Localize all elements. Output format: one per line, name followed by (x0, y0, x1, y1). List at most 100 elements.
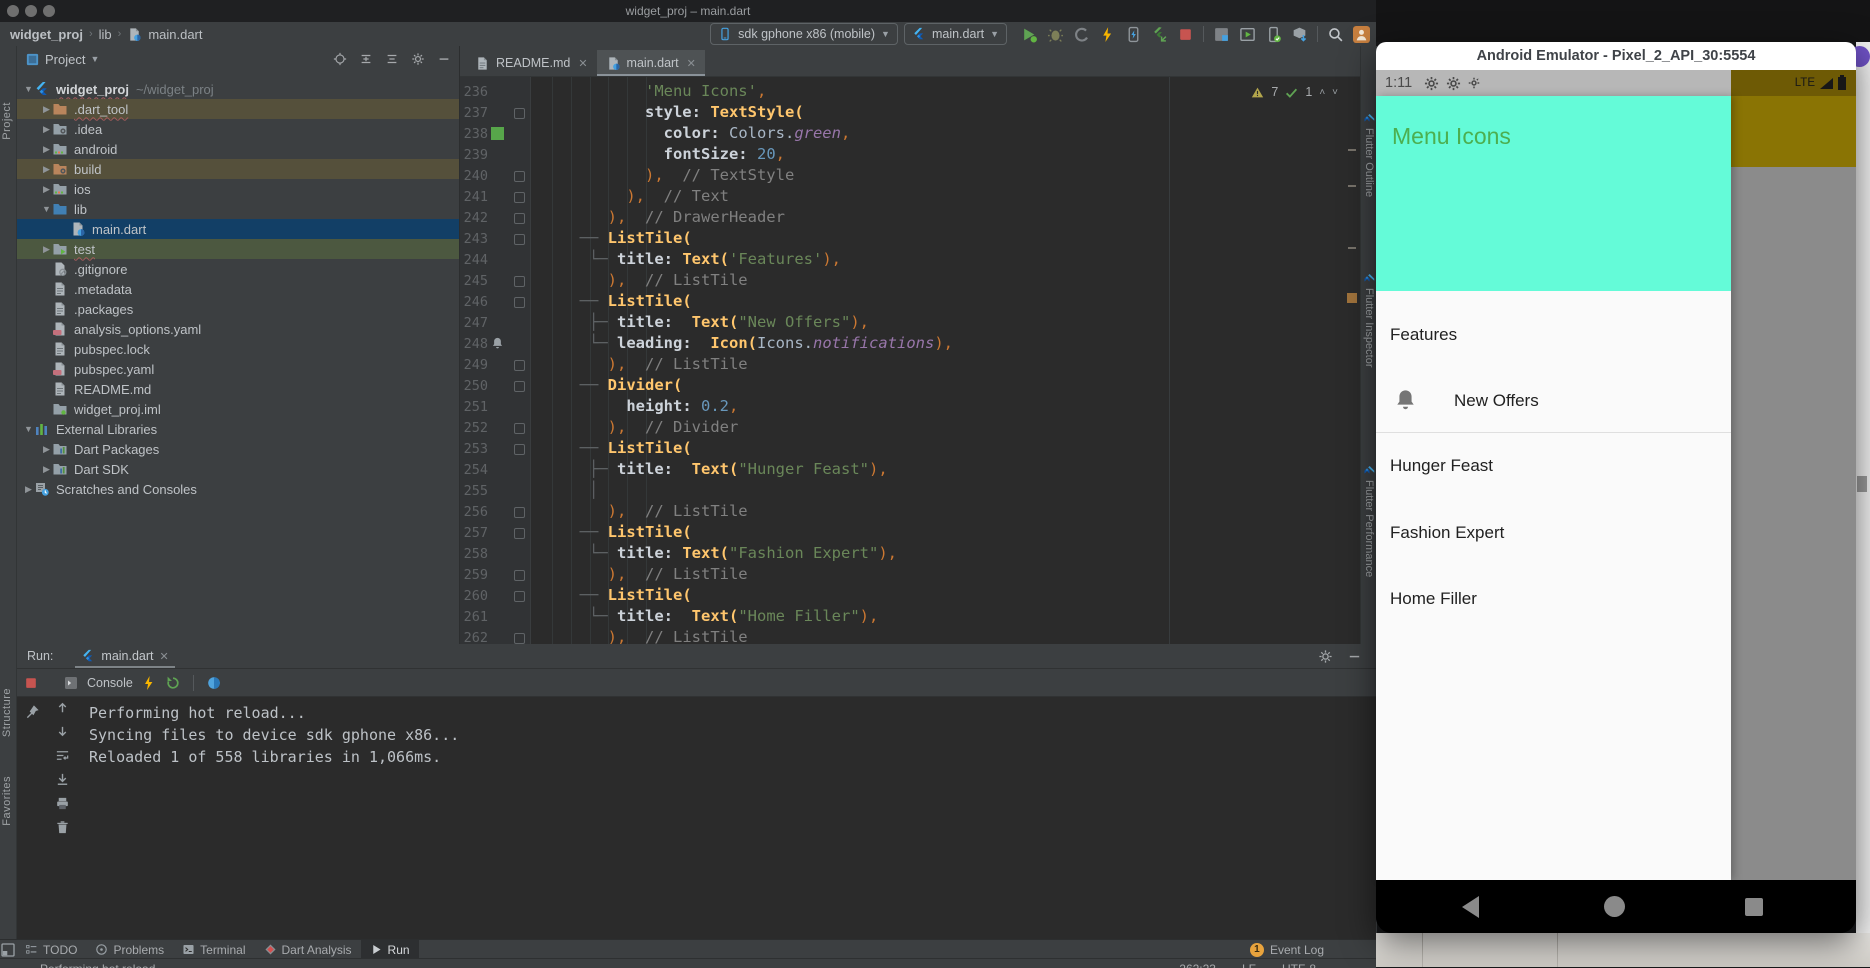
code-line-240[interactable]: 240 ), // TextStyle (460, 165, 1340, 186)
prev-problem-icon[interactable]: ˄ (1319, 87, 1325, 98)
tree-row-dart-packages[interactable]: ▶Dart Packages (17, 439, 459, 459)
fold-marker[interactable] (514, 633, 525, 644)
run-tab-main-dart[interactable]: main.dart ✕ (75, 644, 174, 668)
nav-back-button[interactable] (1462, 896, 1479, 918)
drawer-item-hunger-feast[interactable]: Hunger Feast (1390, 456, 1493, 476)
toolwindow-tab-structure[interactable]: Structure (1, 688, 13, 737)
tree-row-test[interactable]: ▶test (17, 239, 459, 259)
profile-button[interactable] (1073, 26, 1090, 43)
stop-button[interactable] (1177, 26, 1194, 43)
run-config-selector[interactable]: main.dart ▼ (904, 23, 1007, 45)
hot-restart-button[interactable] (1125, 26, 1142, 43)
flutter-attach-button[interactable] (1151, 26, 1168, 43)
tree-row-pubspec-lock[interactable]: pubspec.lock (17, 339, 459, 359)
code-line-246[interactable]: 246 ── ListTile( (460, 291, 1340, 312)
device-selector[interactable]: sdk gphone x86 (mobile) ▼ (710, 23, 898, 45)
tree-arrow-icon[interactable]: ▶ (41, 124, 52, 135)
tree-row-readme-md[interactable]: README.md (17, 379, 459, 399)
tree-row-analysis-options-yaml[interactable]: analysis_options.yaml (17, 319, 459, 339)
avd-manager-button[interactable] (1239, 26, 1256, 43)
toolwindow-tab-flutter-outline[interactable]: Flutter Outline (1363, 112, 1375, 197)
code-line-239[interactable]: 239 fontSize: 20, (460, 144, 1340, 165)
tree-row-widget-proj-iml[interactable]: widget_proj.iml (17, 399, 459, 419)
code-line-250[interactable]: 250 ── Divider( (460, 375, 1340, 396)
emulator-titlebar[interactable]: Android Emulator - Pixel_2_API_30:5554 (1376, 42, 1856, 70)
breadcrumb-item[interactable]: main.dart (148, 27, 202, 42)
code-line-241[interactable]: 241 ), // Text (460, 186, 1340, 207)
code-line-262[interactable]: 262 ), // ListTile (460, 627, 1340, 644)
code-line-261[interactable]: 261 └─ title: Text("Home Filler"), (460, 606, 1340, 627)
nav-recents-button[interactable] (1745, 898, 1763, 916)
hot-reload-icon[interactable] (141, 675, 157, 691)
fold-marker[interactable] (514, 234, 525, 245)
sdk-manager-button[interactable] (1291, 26, 1308, 43)
stop-button[interactable] (24, 676, 38, 690)
tree-row-scratches-and-consoles[interactable]: ▶Scratches and Consoles (17, 479, 459, 499)
code-line-249[interactable]: 249 ), // ListTile (460, 354, 1340, 375)
tree-row-dart-sdk[interactable]: ▶Dart SDK (17, 459, 459, 479)
fold-marker[interactable] (514, 213, 525, 224)
hot-restart-icon[interactable] (165, 675, 181, 691)
code-line-256[interactable]: 256 ), // ListTile (460, 501, 1340, 522)
line-ending[interactable]: LF (1242, 962, 1256, 968)
tool-windows-button[interactable] (1213, 26, 1230, 43)
tree-row-build[interactable]: ▶build (17, 159, 459, 179)
tree-arrow-icon[interactable]: ▶ (41, 164, 52, 175)
tree-row-external-libraries[interactable]: ▼External Libraries (17, 419, 459, 439)
tree-arrow-icon[interactable]: ▶ (41, 144, 52, 155)
fold-marker[interactable] (514, 297, 525, 308)
fold-marker[interactable] (514, 444, 525, 455)
toolwindow-tab-flutter-inspector[interactable]: Flutter Inspector (1363, 272, 1375, 367)
toolwindow-tab-project[interactable]: Project (1, 102, 13, 140)
breadcrumb-item[interactable]: widget_proj (10, 27, 83, 42)
locate-file-icon[interactable] (333, 52, 347, 66)
statusbar-item-run[interactable]: Run (361, 940, 419, 959)
statusbar-item-dart-analysis[interactable]: Dart Analysis (255, 940, 361, 959)
clear-console-icon[interactable] (55, 820, 70, 835)
code-line-258[interactable]: 258 └─ title: Text("Fashion Expert"), (460, 543, 1340, 564)
pin-icon[interactable] (25, 704, 40, 719)
debug-button[interactable] (1047, 26, 1064, 43)
code-line-257[interactable]: 257 ── ListTile( (460, 522, 1340, 543)
code-line-237[interactable]: 237 style: TextStyle( (460, 102, 1340, 123)
tree-row--idea[interactable]: ▶.idea (17, 119, 459, 139)
event-log-button[interactable]: 1 Event Log (1250, 943, 1324, 957)
print-icon[interactable] (55, 796, 70, 811)
scroll-to-end-icon[interactable] (55, 772, 70, 787)
soft-wrap-icon[interactable] (55, 748, 70, 763)
drawer-item-features[interactable]: Features (1390, 325, 1457, 345)
fold-marker[interactable] (514, 360, 525, 371)
fold-marker[interactable] (514, 192, 525, 203)
tree-row-pubspec-yaml[interactable]: pubspec.yaml (17, 359, 459, 379)
code-line-236[interactable]: 236 'Menu Icons', (460, 81, 1340, 102)
fold-marker[interactable] (514, 591, 525, 602)
code-line-248[interactable]: 248 └─ leading: Icon(Icons.notifications… (460, 333, 1340, 354)
drawer-item-home-filler[interactable]: Home Filler (1390, 589, 1477, 609)
tree-row--dart-tool[interactable]: ▶.dart_tool (17, 99, 459, 119)
project-panel-header[interactable]: Project ▼ (17, 46, 459, 72)
tree-arrow-icon[interactable]: ▼ (23, 84, 34, 94)
close-icon[interactable]: ✕ (578, 57, 587, 70)
drawer-item-new-offers[interactable]: New Offers (1454, 391, 1539, 411)
drawer-scrim[interactable] (1731, 167, 1856, 880)
settings-gear-icon[interactable] (1318, 649, 1333, 664)
toolwindow-tab-favorites[interactable]: Favorites (1, 776, 13, 826)
settings-gear-icon[interactable] (411, 52, 425, 66)
tree-row-lib[interactable]: ▼lib (17, 199, 459, 219)
hot-reload-button[interactable] (1099, 26, 1116, 43)
tree-row-widget-proj[interactable]: ▼widget_proj ~/widget_proj (17, 79, 459, 99)
expand-all-icon[interactable] (359, 52, 373, 66)
fold-marker[interactable] (514, 570, 525, 581)
tree-arrow-icon[interactable]: ▶ (41, 104, 52, 115)
fold-marker[interactable] (514, 423, 525, 434)
tree-arrow-icon[interactable]: ▶ (41, 464, 52, 475)
code-line-254[interactable]: 254 ├─ title: Text("Hunger Feast"), (460, 459, 1340, 480)
hide-panel-icon[interactable] (437, 52, 451, 66)
caret-position[interactable]: 262:23 (1179, 962, 1216, 968)
console-tab-label[interactable]: Console (87, 676, 133, 690)
device-manager-button[interactable] (1265, 26, 1282, 43)
next-problem-icon[interactable]: ˅ (1332, 87, 1338, 98)
tree-arrow-icon[interactable]: ▶ (41, 244, 52, 255)
code-line-244[interactable]: 244 └─ title: Text('Features'), (460, 249, 1340, 270)
down-stack-icon[interactable] (55, 724, 70, 739)
